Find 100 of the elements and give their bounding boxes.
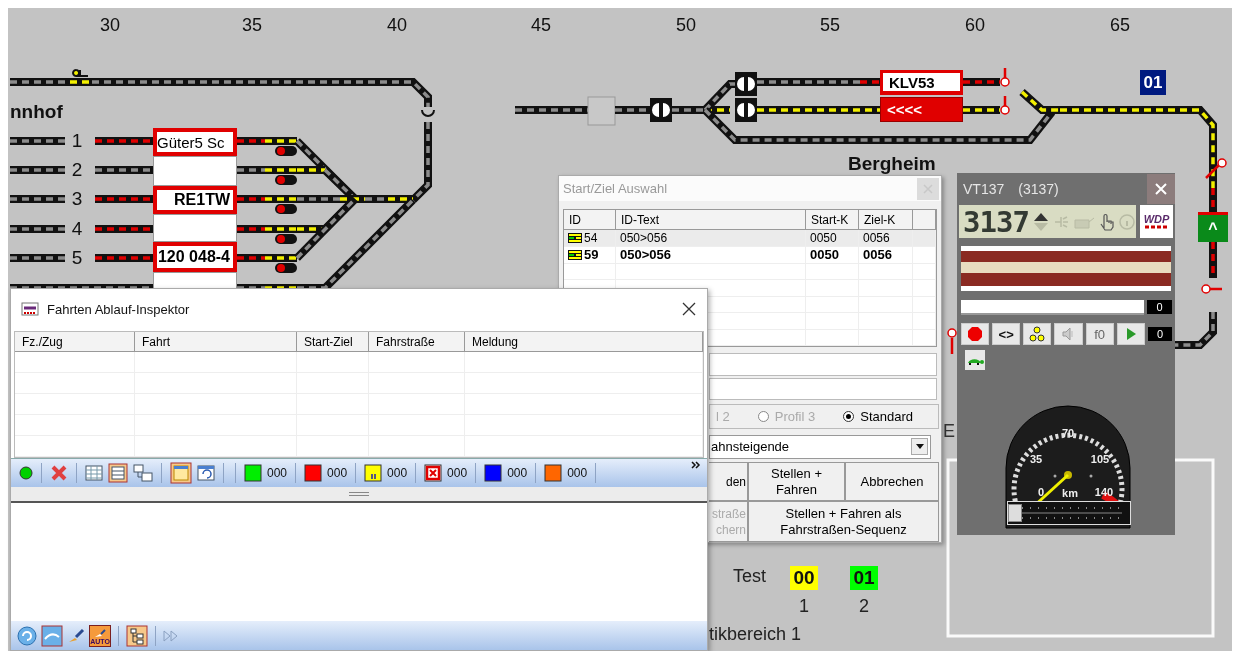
window-title: Fahrten Ablauf-Inspektor: [47, 301, 191, 317]
track-contact-icon[interactable]: [650, 98, 672, 122]
play-button[interactable]: [1116, 323, 1145, 345]
track-section: [95, 254, 153, 262]
window-icon[interactable]: [170, 462, 192, 484]
stop-icon[interactable]: [967, 326, 984, 342]
loco-address: (3137): [1018, 181, 1059, 197]
signal-icon[interactable]: [275, 234, 297, 244]
column-header[interactable]: Fahrstraße: [369, 332, 465, 352]
counter-index: 2: [858, 596, 870, 617]
column-header[interactable]: Start-K: [806, 210, 859, 230]
splitter-handle[interactable]: [11, 487, 707, 503]
rail-icon: [1144, 225, 1169, 230]
platform-track-box: Güter5 Sc: [153, 128, 237, 156]
signal-box[interactable]: ^: [1198, 212, 1228, 242]
function-button[interactable]: [1023, 323, 1052, 345]
gauge-label: 35: [1029, 453, 1043, 465]
counter-value: 000: [387, 466, 408, 480]
dots-icon[interactable]: [1029, 326, 1046, 342]
input-field[interactable]: [709, 378, 937, 400]
signal-icon[interactable]: [275, 175, 297, 185]
signal-icon[interactable]: [275, 146, 297, 156]
area-label: tikbereich 1: [709, 624, 802, 645]
refresh-window-icon[interactable]: [197, 465, 215, 481]
action-button[interactable]: Stellen + Fahren: [748, 462, 845, 501]
brush-icon[interactable]: [67, 627, 85, 644]
track-contact-icon[interactable]: [735, 98, 757, 122]
counter-index: 1: [798, 596, 810, 617]
direction-box: <<<<: [880, 97, 963, 122]
track-section: [10, 137, 65, 145]
ruler-number: 35: [242, 14, 262, 36]
table-cell: 050>056: [616, 230, 806, 246]
column-header[interactable]: Fahrt: [135, 332, 297, 352]
signal-icon[interactable]: [275, 204, 297, 214]
speed-reading: 0: [1147, 300, 1172, 314]
cross-icon[interactable]: [50, 464, 68, 482]
form-icon[interactable]: [108, 463, 128, 483]
track-section: [1175, 312, 1217, 349]
brush-window-icon[interactable]: [41, 624, 63, 647]
column-header[interactable]: Meldung: [465, 332, 703, 352]
ruler-number: 45: [531, 14, 551, 36]
status-counter-icon[interactable]: [304, 464, 323, 482]
ruler-number: 50: [676, 14, 696, 36]
hand-icon: [1098, 212, 1115, 231]
status-counter-icon[interactable]: [484, 464, 503, 482]
buffer-stop-icon: [421, 109, 435, 117]
tree-icon[interactable]: [126, 624, 148, 647]
brush-icon: [94, 628, 106, 638]
counter-value: 000: [567, 466, 588, 480]
refresh-icon[interactable]: [17, 625, 37, 646]
function-button[interactable]: <>: [992, 323, 1021, 345]
gauge-label: 0: [1037, 486, 1045, 498]
table-row[interactable]: 54 050>056 0050 0056: [564, 230, 936, 247]
gauge-label: km: [1062, 487, 1078, 499]
track-contact-icon[interactable]: [735, 72, 757, 96]
gauge-label: 105: [1090, 453, 1110, 465]
more-icon[interactable]: [691, 461, 701, 469]
table-row[interactable]: 59 050>056 0050 0056: [564, 247, 936, 264]
caret-icon[interactable]: [915, 444, 924, 450]
column-header[interactable]: Start-Ziel: [297, 332, 369, 352]
platform-track-box: RE1TW: [153, 186, 237, 214]
status-counter-icon[interactable]: [544, 464, 563, 482]
column-header[interactable]: Ziel-K: [859, 210, 913, 230]
dropdown-button[interactable]: [911, 438, 928, 456]
radio-label[interactable]: Standard: [860, 408, 913, 424]
track-section: [95, 225, 153, 233]
counter-value: 00: [790, 566, 818, 590]
action-button[interactable]: Stellen + Fahren als Fahrstraßen-Sequenz: [748, 501, 939, 542]
column-header[interactable]: Fz./Zug: [15, 332, 135, 352]
signal-icon[interactable]: [72, 69, 89, 78]
stop-button[interactable]: [961, 323, 990, 345]
status-counter-icon[interactable]: [364, 464, 383, 482]
track-section: [10, 254, 65, 262]
radio-button[interactable]: [843, 410, 855, 422]
table-icon[interactable]: [85, 465, 103, 481]
signal-icon[interactable]: [275, 263, 297, 273]
track-block[interactable]: [587, 96, 616, 126]
column-header[interactable]: ID: [564, 210, 616, 230]
block-number: 01: [1140, 70, 1166, 95]
function-button[interactable]: f0: [1085, 323, 1114, 345]
track-number: 5: [71, 247, 83, 269]
close-button[interactable]: [681, 301, 697, 317]
speed-slider[interactable]: [1007, 501, 1131, 525]
action-button[interactable]: Abbrechen: [845, 462, 939, 501]
slider-thumb[interactable]: [1008, 504, 1022, 522]
ruler-number: 65: [1110, 14, 1130, 36]
column-header[interactable]: ID-Text: [616, 210, 806, 230]
action-button[interactable]: den: [709, 462, 748, 501]
ruler-number: 40: [387, 14, 407, 36]
input-field[interactable]: [709, 353, 937, 377]
windows-icon[interactable]: [133, 464, 153, 482]
signal-icon[interactable]: [1205, 158, 1227, 179]
status-counter-icon[interactable]: [424, 464, 443, 482]
info-icon: [1118, 213, 1135, 230]
dropdown[interactable]: ahnsteigende: [709, 434, 931, 459]
gauge-label: 70: [1061, 427, 1075, 439]
gauge-label: 140: [1094, 486, 1114, 498]
status-dot-icon[interactable]: [19, 466, 33, 480]
train-icon: [568, 249, 582, 260]
track-number: 4: [71, 218, 83, 240]
